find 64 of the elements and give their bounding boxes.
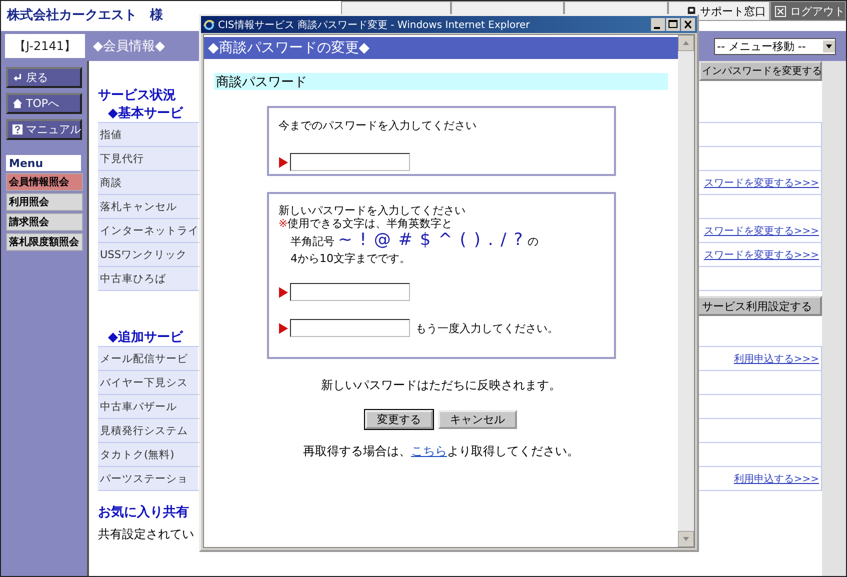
service-status-title: サービス状況 [98, 87, 176, 104]
home-icon [12, 98, 23, 109]
notice-text: 新しいパスワードはただちに反映されます。 [321, 377, 561, 394]
favorites-heading: お気に入り共有 [98, 504, 189, 521]
minimize-icon[interactable] [651, 18, 665, 31]
service-name: インターネットライ [99, 224, 199, 238]
prompt-text: 今までのパスワードを入力してください [278, 118, 478, 133]
menu-item[interactable]: 請求照会 [6, 213, 83, 231]
confirm-password-field[interactable] [290, 319, 410, 337]
confirm-hint: もう一度入力してください。 [416, 320, 558, 336]
sidebar-button[interactable]: TOPへ [6, 93, 82, 114]
password-field[interactable] [290, 153, 410, 171]
menu-dropdown[interactable]: -- メニュー移動 -- [714, 38, 836, 54]
menu-item[interactable]: 会員情報照会 [6, 173, 83, 191]
note-text: ※使用できる文字は、半角英数字と [278, 217, 454, 230]
company-name: 株式会社カークエスト 様 [6, 7, 163, 24]
basic-services-heading: ◆基本サービ [108, 105, 183, 122]
section-title: ◆会員情報◆ [93, 38, 165, 55]
service-link[interactable]: スワードを変更する>>> [704, 224, 819, 238]
password-field[interactable] [290, 283, 410, 301]
sidebar-button[interactable]: 戻る [6, 67, 82, 88]
service-name: USSワンクリック [99, 248, 188, 262]
close-icon [775, 6, 786, 16]
retrieve-link[interactable]: こちら [411, 444, 447, 458]
service-name: 中古車ひろば [99, 272, 166, 286]
menu-title: Menu [6, 155, 81, 171]
menu-item[interactable]: 利用照会 [6, 193, 83, 211]
close-icon[interactable] [681, 18, 695, 31]
change-login-password-button[interactable]: インパスワードを変更する [699, 61, 822, 81]
return-arrow-icon [12, 72, 23, 83]
retrieve-text: 再取得する場合は、こちら より取得してください。 [303, 443, 579, 460]
service-name: 下見代行 [99, 152, 144, 166]
symbols-text: 半角記号 ~ ! @ # $ ^ ( ) . / ? の [290, 230, 540, 252]
triangle-icon [278, 322, 288, 334]
additional-services-heading: ◆追加サービ [108, 329, 183, 346]
triangle-icon [278, 286, 288, 298]
browser-logo-icon [203, 18, 215, 30]
service-name: 商談 [99, 176, 122, 190]
dialog-button[interactable]: キャンセル [438, 410, 517, 429]
service-name: 指値 [99, 128, 122, 142]
service-name: 落札キャンセル [99, 200, 177, 214]
service-name: バイヤー下見シス [99, 376, 188, 390]
logout-tab[interactable]: ログアウト [770, 1, 846, 21]
service-link[interactable]: スワードを変更する>>> [704, 248, 819, 262]
menu-item[interactable]: 落札限度額照会 [6, 233, 83, 251]
prompt-text: 新しいパスワードを入力してください [278, 204, 466, 217]
triangle-icon [278, 156, 288, 168]
maximize-icon[interactable] [666, 18, 680, 31]
service-name: メール配信サービ [99, 352, 188, 366]
dialog-heading: ◆商談パスワードの変更◆ [204, 37, 678, 59]
service-link[interactable]: スワードを変更する>>> [704, 176, 819, 190]
section-label: 商談パスワード [214, 73, 668, 90]
service-link[interactable]: 利用申込する>>> [734, 472, 819, 486]
window-title: CIS情報サービス 商談パスワード変更 - Windows Internet Explorer [218, 18, 530, 32]
member-id: 【J-2141】 [5, 34, 85, 58]
service-name: タカトク(無料) [99, 448, 174, 462]
dialog-button[interactable]: 変更する [365, 410, 433, 429]
favorites-text: 共有設定されてい [98, 526, 194, 543]
service-name: 見積発行システム [99, 424, 188, 438]
service-link[interactable]: 利用申込する>>> [734, 352, 819, 366]
length-rule-text: 4から10文字までです。 [290, 252, 412, 265]
help-icon [12, 124, 23, 135]
service-name: 中古車バザール [99, 400, 177, 414]
service-name: パーツステーショ [99, 472, 188, 486]
